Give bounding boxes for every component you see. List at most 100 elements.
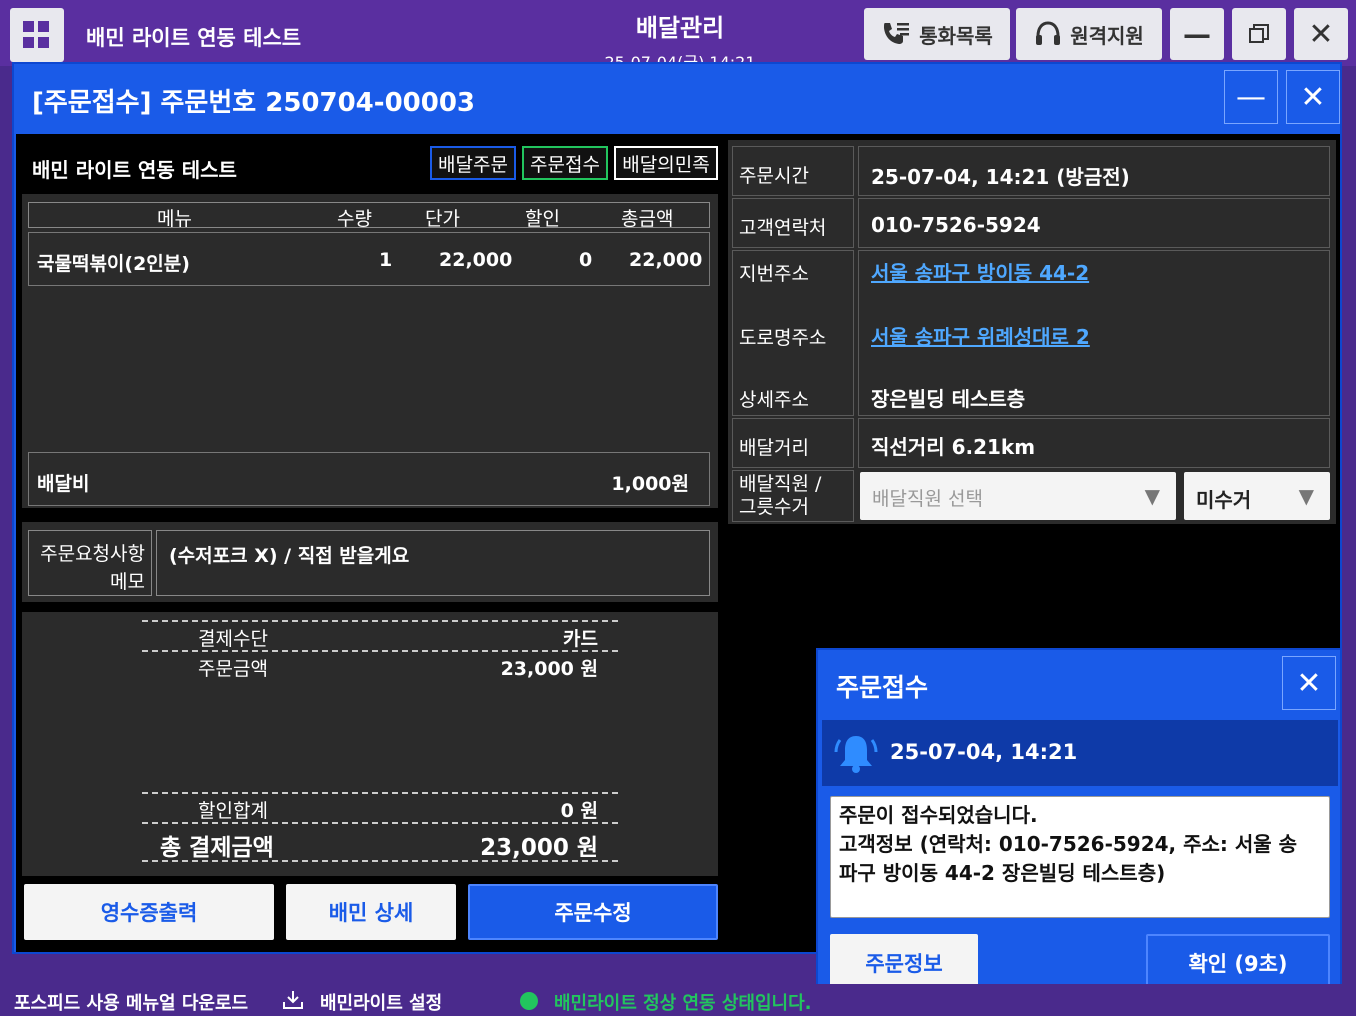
divider: [142, 860, 618, 862]
col-total: 총금액: [621, 208, 674, 230]
connection-status-dot: [520, 992, 538, 1010]
table-row[interactable]: 국물떡볶이(2인분) 1 22,000 0 22,000: [28, 232, 710, 286]
baemin-detail-button[interactable]: 배민 상세: [286, 884, 456, 940]
item-price: 22,000: [439, 249, 513, 271]
minimize-icon: —: [1236, 79, 1266, 115]
jibun-address-link[interactable]: 서울 송파구 방이동 44-2: [871, 257, 1089, 286]
tag-order-accepted: 주문접수: [522, 146, 608, 180]
order-amount-value: 23,000 원: [500, 658, 598, 680]
call-history-label: 통화목록: [919, 23, 993, 48]
call-history-button[interactable]: 통화목록: [864, 8, 1010, 60]
distance-cell: 직선거리 6.21km: [858, 418, 1330, 468]
popup-time-bar: 25-07-04, 14:21: [822, 720, 1338, 786]
discount-total-value: 0 원: [560, 800, 598, 822]
app-title: 배달관리: [635, 14, 725, 42]
discount-total-label: 할인합계: [198, 800, 268, 822]
bell-icon: [834, 736, 878, 773]
road-address-label: 도로명주소: [739, 327, 827, 349]
distance-value: 직선거리 6.21km: [871, 435, 1036, 459]
popup-time: 25-07-04, 14:21: [890, 740, 1078, 764]
phone-list-icon: [884, 23, 910, 44]
minimize-app-button[interactable]: —: [1170, 8, 1224, 60]
road-address-link[interactable]: 서울 송파구 위례성대로 2: [871, 321, 1090, 350]
delivery-fee-value: 1,000원: [611, 473, 689, 495]
request-label: 주문요청사항: [40, 543, 145, 565]
divider: [142, 792, 618, 794]
popup-message-line-3: 파구 방이동 44-2 장은빌딩 테스트층): [839, 861, 1166, 885]
divider: [142, 822, 618, 824]
restore-icon: [1249, 24, 1269, 43]
edit-order-button[interactable]: 주문수정: [468, 884, 718, 940]
baemin-settings-link[interactable]: 배민라이트 설정: [320, 989, 442, 1015]
order-time-value: 25-07-04, 14:21 (방금전): [871, 165, 1130, 189]
remote-support-label: 원격지원: [1070, 23, 1144, 48]
courier-select-placeholder: 배달직원 선택: [872, 488, 983, 510]
order-time-label-cell: 주문시간: [732, 146, 854, 196]
remote-support-button[interactable]: 원격지원: [1016, 8, 1162, 60]
connection-status-text: 배민라이트 정상 연동 상태입니다.: [554, 993, 812, 1014]
menu-table-header: 메뉴 수량 단가 할인 총금액: [28, 202, 710, 230]
app-menu-grid-icon[interactable]: [10, 8, 64, 62]
courier-label-cell: 배달직원 / 그릇수거: [732, 470, 854, 522]
order-amount-label: 주문금액: [198, 658, 268, 680]
dish-collect-value: 미수거: [1196, 488, 1252, 512]
order-time-cell: 25-07-04, 14:21 (방금전): [858, 146, 1330, 196]
chevron-down-icon: ▼: [1298, 484, 1314, 508]
close-app-button[interactable]: ✕: [1294, 8, 1348, 60]
request-label-cell: 주문요청사항 메모: [28, 530, 152, 596]
payment-method-label: 결제수단: [198, 628, 268, 650]
popup-title: 주문접수: [836, 673, 929, 702]
top-bar: 배민 라이트 연동 테스트 배달관리 25-07-04(금) 14:21 통화목…: [0, 0, 1356, 72]
phone-cell: 010-7526-5924: [858, 198, 1330, 248]
address-label-cell: 지번주소 도로명주소 상세주소: [732, 250, 854, 416]
delivery-fee-row: 배달비 1,000원: [28, 452, 710, 506]
item-qty: 1: [379, 249, 393, 271]
order-time-label: 주문시간: [739, 165, 809, 187]
distance-label: 배달거리: [739, 437, 809, 459]
popup-message-line-1: 주문이 접수되었습니다.: [839, 803, 1038, 827]
close-icon: ✕: [1296, 665, 1322, 701]
delivery-fee-label: 배달비: [37, 473, 90, 495]
order-window-header: [주문접수] 주문번호 250704-00003 — ✕: [14, 64, 1340, 132]
order-accepted-popup: 주문접수 ✕ 25-07-04, 14:21 주문이 접수되었습니다. 고객정보…: [816, 648, 1342, 994]
divider: [142, 650, 618, 652]
detail-address-value: 장은빌딩 테스트층: [871, 387, 1026, 411]
download-icon[interactable]: [282, 990, 304, 1010]
request-text-cell: (수저포크 X) / 직접 받을게요: [156, 530, 710, 596]
phone-label: 고객연락처: [739, 217, 827, 239]
distance-label-cell: 배달거리: [732, 418, 854, 468]
payment-summary: 결제수단 카드 주문금액 23,000 원 할인합계 0 원 총 결제금액 23…: [22, 612, 718, 876]
col-discount: 할인: [525, 208, 560, 230]
courier-label: 배달직원 / 그릇수거: [739, 473, 822, 518]
minimize-icon: —: [1183, 17, 1211, 51]
popup-close-button[interactable]: ✕: [1282, 656, 1336, 710]
detail-address-label: 상세주소: [739, 389, 809, 411]
phone-value: 010-7526-5924: [871, 213, 1041, 237]
close-icon: ✕: [1308, 16, 1334, 52]
address-cell: 서울 송파구 방이동 44-2 서울 송파구 위례성대로 2 장은빌딩 테스트층: [858, 250, 1330, 416]
request-panel: 주문요청사항 메모 (수저포크 X) / 직접 받을게요: [22, 522, 718, 602]
courier-select[interactable]: 배달직원 선택 ▼: [860, 472, 1176, 520]
manual-download-link[interactable]: 포스피드 사용 메뉴얼 다운로드: [14, 989, 248, 1015]
divider: [142, 620, 618, 622]
order-window-close-button[interactable]: ✕: [1286, 70, 1340, 124]
order-window-minimize-button[interactable]: —: [1224, 70, 1278, 124]
headset-icon: [1036, 21, 1061, 45]
memo-label: 메모: [110, 571, 145, 593]
phone-label-cell: 고객연락처: [732, 198, 854, 248]
grand-total-value: 23,000 원: [480, 835, 598, 861]
tag-delivery-order: 배달주문: [430, 146, 516, 180]
item-menu: 국물떡볶이(2인분): [37, 253, 190, 275]
popup-message-line-2: 고객정보 (연락처: 010-7526-5924, 주소: 서울 송: [839, 832, 1298, 856]
payment-method-value: 카드: [563, 628, 598, 650]
col-price: 단가: [425, 208, 460, 230]
item-total: 22,000: [629, 249, 703, 271]
item-discount: 0: [579, 249, 593, 271]
request-text: (수저포크 X) / 직접 받을게요: [169, 545, 410, 567]
col-menu: 메뉴: [157, 208, 192, 230]
store-name: 배민 라이트 연동 테스트: [86, 26, 302, 50]
print-receipt-button[interactable]: 영수증출력: [24, 884, 274, 940]
dish-collect-select[interactable]: 미수거 ▼: [1184, 472, 1330, 520]
order-window-title: [주문접수] 주문번호 250704-00003: [32, 88, 476, 118]
restore-app-button[interactable]: [1232, 8, 1286, 60]
